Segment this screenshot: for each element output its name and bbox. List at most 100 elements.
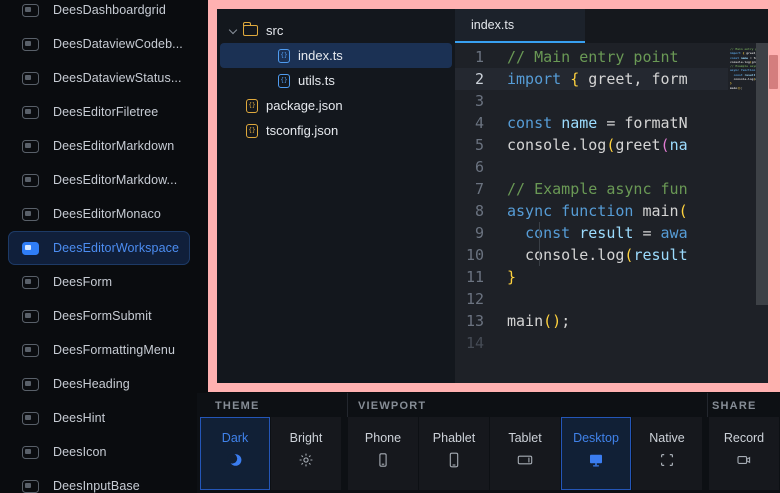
line-number: 1 [455, 46, 507, 68]
sidebar-item-label: DeesEditorMonaco [53, 207, 161, 221]
moon-icon [227, 452, 243, 468]
folder-icon [243, 25, 258, 36]
sidebar-item-deesinputbase[interactable]: DeesInputBase [0, 469, 197, 493]
tree-row-src[interactable]: src [220, 18, 452, 43]
code-token: } [507, 268, 516, 286]
component-icon [22, 310, 39, 323]
sun-icon [298, 452, 314, 468]
toolbar-button-label: Phone [365, 431, 401, 445]
viewport-tablet-button[interactable]: Tablet [490, 417, 560, 490]
ts-file-icon [278, 49, 290, 63]
toolbar-button-label: Record [724, 431, 764, 445]
sidebar-item-deesicon[interactable]: DeesIcon [0, 435, 197, 469]
code-line[interactable]: 6 [455, 156, 728, 178]
sidebar-item-deesformattingmenu[interactable]: DeesFormattingMenu [0, 333, 197, 367]
code-token: const [525, 224, 579, 242]
component-icon [22, 38, 39, 51]
line-number: 8 [455, 200, 507, 222]
code-token: greet [615, 136, 660, 154]
line-number: 11 [455, 266, 507, 288]
sidebar-item-label: DeesEditorWorkspace [53, 241, 179, 255]
code-token: // Main entry point [507, 48, 679, 66]
component-icon [22, 72, 39, 85]
viewport-phone-button[interactable]: Phone [348, 417, 418, 490]
viewport-desktop-button[interactable]: Desktop [561, 417, 631, 490]
theme-bright-button[interactable]: Bright [271, 417, 341, 490]
tab-indexts[interactable]: index.ts [455, 9, 585, 43]
sidebar-item-deeseditormarkdown[interactable]: DeesEditorMarkdown [0, 129, 197, 163]
tree-item-name: package.json [266, 98, 343, 113]
viewport-phablet-button[interactable]: Phablet [419, 417, 489, 490]
line-number: 13 [455, 310, 507, 332]
toolbar-button-label: Tablet [508, 431, 541, 445]
chevron-down-icon [227, 25, 239, 37]
sidebar-item-deesdashboardgrid[interactable]: DeesDashboardgrid [0, 0, 197, 27]
sidebar-item-deeseditormonaco[interactable]: DeesEditorMonaco [0, 197, 197, 231]
sidebar-item-label: DeesEditorMarkdow... [53, 173, 177, 187]
tree-row-indexts[interactable]: index.ts [220, 43, 452, 68]
code-token: result [579, 224, 633, 242]
sidebar-item-deesform[interactable]: DeesForm [0, 265, 197, 299]
tree-item-name: utils.ts [298, 73, 335, 88]
code-token: import [507, 70, 570, 88]
frame-scrollbar-thumb[interactable] [769, 55, 778, 89]
viewport-native-button[interactable]: Native [632, 417, 702, 490]
share-record-button[interactable]: Record [709, 417, 779, 490]
tree-row-packagejson[interactable]: package.json [220, 93, 452, 118]
code-line[interactable]: 5console.log(greet(na [455, 134, 728, 156]
tree-row-utilsts[interactable]: utils.ts [220, 68, 452, 93]
sidebar-item-deesdataviewstatus[interactable]: DeesDataviewStatus... [0, 61, 197, 95]
sidebar-item-label: DeesDataviewStatus... [53, 71, 182, 85]
code-lines[interactable]: 1// Main entry point2import { greet, for… [455, 46, 728, 383]
minimap-token: console.log [730, 77, 753, 81]
code-editor[interactable]: index.ts 1// Main entry point2import { g… [455, 9, 768, 383]
ts-file-icon [278, 74, 290, 88]
minimap[interactable]: // Main entry pointimport { greet, formc… [728, 43, 756, 383]
code-line[interactable]: 8async function main( [455, 200, 728, 222]
code-line[interactable]: 10 console.log(result [455, 244, 728, 266]
code-line[interactable]: 13main(); [455, 310, 728, 332]
sidebar-item-deeshint[interactable]: DeesHint [0, 401, 197, 435]
toolbar-button-label: Phablet [433, 431, 475, 445]
sidebar-item-deeseditorfiletree[interactable]: DeesEditorFiletree [0, 95, 197, 129]
tree-item-name: src [266, 23, 283, 38]
tree-row-tsconfigjson[interactable]: tsconfig.json [220, 118, 452, 143]
code-line[interactable]: 12 [455, 288, 728, 310]
sidebar-item-deesformsubmit[interactable]: DeesFormSubmit [0, 299, 197, 333]
sidebar-item-label: DeesFormSubmit [53, 309, 152, 323]
editor-scrollbar[interactable] [756, 43, 768, 305]
component-icon [22, 412, 39, 425]
toolbar-button-label: Native [649, 431, 684, 445]
sidebar-item-label: DeesDashboardgrid [53, 3, 166, 17]
code-line[interactable]: 14 [455, 332, 728, 354]
demo-frame: src index.ts utils.ts package.json tsconfig.… [208, 0, 780, 392]
editor-workspace-demo: src index.ts utils.ts package.json tsconfig.… [217, 9, 768, 383]
sidebar-item-label: DeesHeading [53, 377, 130, 391]
sidebar-item-label: DeesEditorMarkdown [53, 139, 174, 153]
code-token: name [561, 114, 597, 132]
code-token: async function [507, 202, 642, 220]
editor-body[interactable]: 1// Main entry point2import { greet, for… [455, 43, 768, 383]
line-number: 7 [455, 178, 507, 200]
component-icon [22, 106, 39, 119]
code-line[interactable]: 2import { greet, form [455, 68, 728, 90]
sidebar-item-deesheading[interactable]: DeesHeading [0, 367, 197, 401]
component-icon [22, 174, 39, 187]
code-line[interactable]: 7// Example async fun [455, 178, 728, 200]
code-line[interactable]: 9 const result = awa [455, 222, 728, 244]
sidebar-item-deeseditorworkspace[interactable]: DeesEditorWorkspace [8, 231, 190, 265]
toolbar-button-label: Dark [222, 431, 248, 445]
json-file-icon [246, 124, 258, 138]
toolbar-button-label: Desktop [573, 431, 619, 445]
sidebar-item-deeseditormarkdow[interactable]: DeesEditorMarkdow... [0, 163, 197, 197]
code-line[interactable]: 11} [455, 266, 728, 288]
code-token: { [570, 70, 579, 88]
code-line[interactable]: 1// Main entry point [455, 46, 728, 68]
sidebar-item-label: DeesIcon [53, 445, 107, 459]
code-token: console.log [507, 246, 624, 264]
code-line[interactable]: 3 [455, 90, 728, 112]
theme-dark-button[interactable]: Dark [200, 417, 270, 490]
sidebar-item-deesdataviewcodeb[interactable]: DeesDataviewCodeb... [0, 27, 197, 61]
code-line[interactable]: 4const name = formatN [455, 112, 728, 134]
sidebar-item-label: DeesFormattingMenu [53, 343, 175, 357]
